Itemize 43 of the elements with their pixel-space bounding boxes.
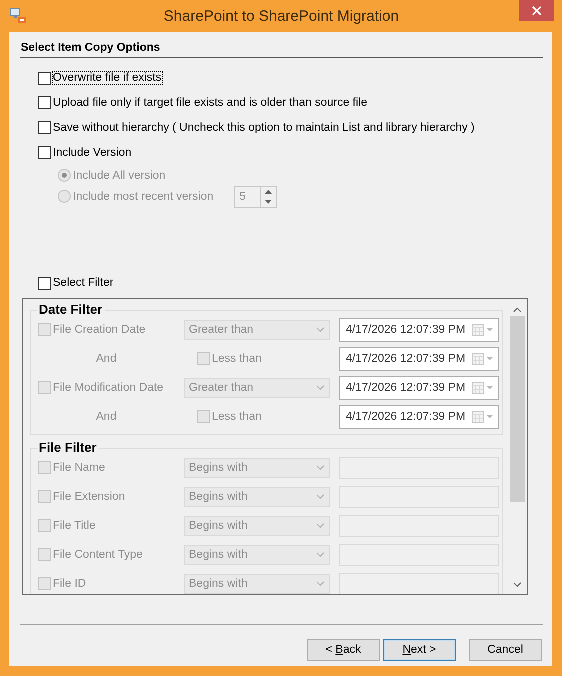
filter-label: Less than (212, 410, 262, 422)
filter-label: File Name (53, 462, 106, 474)
section-title: Select Item Copy Options (20, 42, 160, 54)
filter-label: File Modification Date (53, 382, 164, 394)
dialog-button[interactable]: Next > (383, 639, 456, 661)
checkbox[interactable] (38, 96, 51, 109)
scroll-up-icon[interactable] (513, 307, 522, 313)
filter-label: File Content Type (53, 548, 143, 560)
checkbox[interactable] (38, 146, 51, 159)
filter-value-field[interactable] (339, 572, 499, 594)
window-title: SharePoint to SharePoint Migration (162, 8, 400, 25)
filter-label: File ID (53, 578, 86, 590)
and-label: And (96, 410, 117, 422)
dialog-button[interactable]: < Back (307, 639, 380, 661)
dialog-button[interactable]: Cancel (469, 639, 542, 661)
option-label: Save without hierarchy ( Uncheck this option to maintain List and library hierarchy ) (53, 122, 475, 134)
filter-label: File Creation Date (53, 324, 146, 336)
and-label: And (96, 352, 117, 364)
caret-icon (316, 384, 325, 390)
radio-label: Include All version (73, 170, 166, 182)
caret-icon (316, 326, 325, 332)
option-label: Overwrite file if exists (53, 72, 162, 84)
option-label: Upload file only if target file exists and is older than source file (53, 96, 368, 108)
caret-icon (316, 522, 325, 528)
down-arrow-icon[interactable] (264, 200, 272, 204)
option-label: Include Version (53, 146, 132, 158)
scroll-down-icon[interactable] (513, 582, 522, 588)
caret-icon (316, 580, 325, 586)
close-button[interactable] (519, 0, 554, 21)
close-icon (532, 6, 542, 16)
caret-icon (316, 494, 325, 500)
checkbox[interactable] (38, 121, 51, 134)
filter-label: Less than (212, 352, 262, 364)
up-arrow-icon[interactable] (264, 190, 272, 194)
caret-icon (316, 464, 325, 470)
caret-icon (316, 552, 325, 558)
option-label: Select Filter (53, 277, 114, 289)
filter-label: File Extension (53, 490, 126, 502)
radio-label: Include most recent version (73, 190, 214, 202)
checkbox[interactable] (38, 276, 51, 290)
checkbox[interactable] (38, 72, 51, 84)
filter-label: File Title (53, 520, 96, 532)
app-icon (10, 8, 27, 24)
